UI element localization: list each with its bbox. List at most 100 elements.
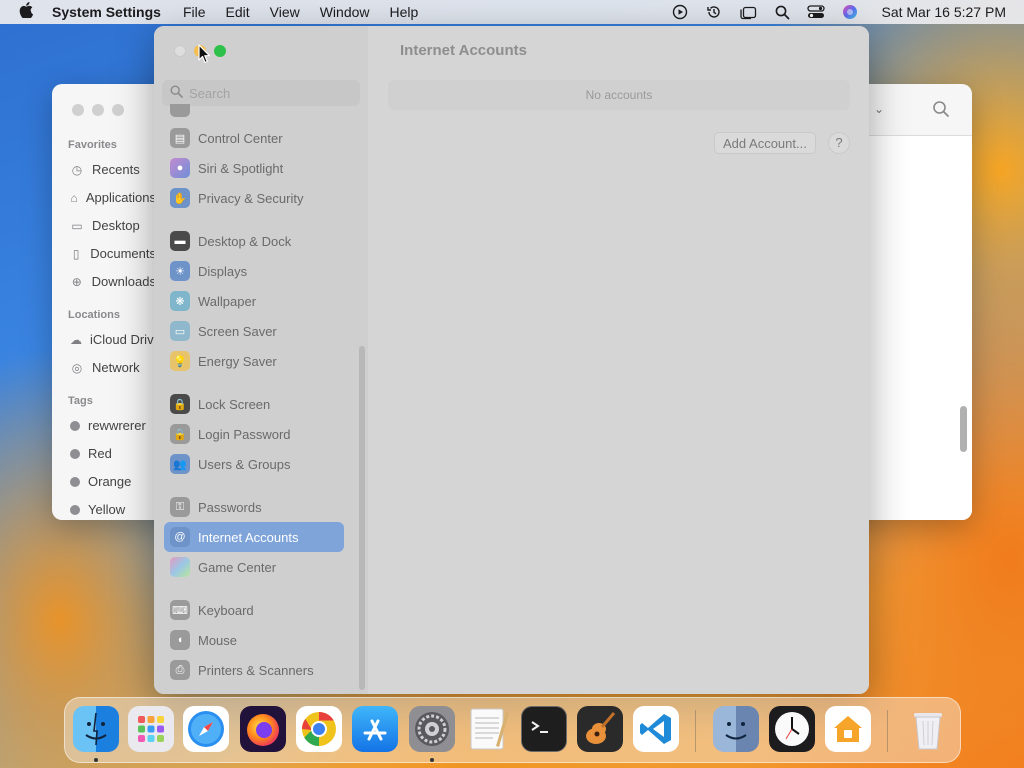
screen-saver-icon: ▭ (170, 321, 190, 341)
sidebar-item-keyboard[interactable]: ⌨ Keyboard (164, 595, 344, 625)
sidebar-item-label: Users & Groups (198, 456, 291, 472)
chevron-down-icon[interactable]: ⌄ (874, 102, 884, 116)
sidebar-item-energy-saver[interactable]: 💡 Energy Saver (164, 346, 344, 376)
time-machine-icon[interactable] (705, 3, 723, 21)
finder-tag-item[interactable]: Red (52, 440, 156, 468)
garageband-icon[interactable] (577, 706, 623, 752)
vscode-icon[interactable] (633, 706, 679, 752)
apple-menu-icon[interactable] (0, 1, 52, 23)
sidebar-item-label: Displays (198, 263, 248, 279)
screen-record-icon[interactable] (671, 3, 689, 21)
add-account-button[interactable]: Add Account... (714, 132, 816, 154)
finder-minimize-button[interactable] (92, 104, 104, 116)
finder-scrollbar[interactable] (960, 406, 967, 452)
sidebar-item-internet-accounts[interactable]: @ Internet Accounts (164, 522, 344, 552)
control-center-icon: ▤ (170, 128, 190, 148)
network-icon: ◎ (71, 361, 83, 375)
sidebar-item-label: Desktop & Dock (198, 233, 292, 249)
siri-icon[interactable] (841, 3, 859, 21)
sidebar-item-screen-saver[interactable]: ▭ Screen Saver (164, 316, 344, 346)
users-icon: 👥 (170, 454, 190, 474)
safari-icon[interactable] (183, 706, 229, 752)
search-icon (170, 85, 183, 101)
finder-close-button[interactable] (72, 104, 84, 116)
hand-icon: ✋ (170, 188, 190, 208)
running-indicator (430, 758, 434, 762)
firefox-icon[interactable] (240, 706, 286, 752)
tag-dot-icon (70, 505, 80, 515)
finder-item-recents[interactable]: ◷ Recents (52, 156, 156, 184)
chrome-icon[interactable] (296, 706, 342, 752)
finder-item-label: Network (92, 360, 140, 375)
finder-item-label: rewwrerer (88, 418, 146, 433)
settings-search-field[interactable]: Search (162, 80, 360, 106)
menu-view[interactable]: View (270, 4, 300, 20)
finder-item-applications[interactable]: ⌂ Applications (52, 184, 156, 212)
finder-item-icloud[interactable]: ☁ iCloud Drive (52, 326, 161, 354)
sidebar-item-passwords[interactable]: ⚿ Passwords (164, 492, 344, 522)
finder-item-network[interactable]: ◎ Network (52, 354, 156, 382)
sidebar-item-label: Internet Accounts (198, 529, 299, 545)
menu-clock[interactable]: Sat Mar 16 5:27 PM (881, 4, 1006, 20)
sidebar-item-login-password[interactable]: 🔒 Login Password (164, 419, 344, 449)
finder-tag-item[interactable]: rewwrerer (52, 412, 156, 440)
sidebar-scrollbar[interactable] (359, 346, 365, 690)
sidebar-item-wallpaper[interactable]: ❋ Wallpaper (164, 286, 344, 316)
dock-icon: ▬ (170, 231, 190, 251)
sidebar-item-label: Game Center (198, 559, 277, 575)
sidebar-item-game-center[interactable]: Game Center (164, 552, 344, 582)
settings-nav: ▤ Control Center ● Siri & Spotlight ✋ Pr… (154, 104, 368, 694)
finder-icon[interactable] (713, 706, 759, 752)
dock-separator (695, 710, 696, 752)
finder-item-label: Desktop (92, 218, 140, 233)
finder-search-icon[interactable] (932, 100, 950, 123)
clock-icon[interactable] (769, 706, 815, 752)
home-icon[interactable] (825, 706, 871, 752)
settings-window: No accounts Add Account... ? Internet Ac… (154, 26, 869, 694)
help-button[interactable]: ? (828, 132, 850, 154)
sidebar-item-printers-scanners[interactable]: ⎙ Printers & Scanners (164, 655, 344, 685)
sidebar-item-displays[interactable]: ☀ Displays (164, 256, 344, 286)
menu-app-name[interactable]: System Settings (52, 4, 161, 20)
menu-edit[interactable]: Edit (226, 4, 250, 20)
sidebar-item-label: Lock Screen (198, 396, 271, 412)
finder-tag-item[interactable]: Orange (52, 468, 156, 496)
finder-sidebar: Favorites ◷ Recents ⌂ Applications ▭ Deskto… (52, 134, 161, 520)
finder-item-documents[interactable]: ▯ Documents (52, 240, 156, 268)
menu-window[interactable]: Window (320, 4, 370, 20)
sidebar-item-users-groups[interactable]: 👥 Users & Groups (164, 449, 344, 479)
sidebar-item-desktop-dock[interactable]: ▬ Desktop & Dock (164, 226, 344, 256)
sidebar-item-privacy-security[interactable]: ✋ Privacy & Security (164, 183, 344, 213)
finder-tag-item[interactable]: Yellow (52, 496, 156, 520)
sidebar-item-control-center[interactable]: ▤ Control Center (164, 123, 344, 153)
close-button[interactable] (174, 45, 186, 57)
sidebar-item-mouse[interactable]: ◖ Mouse (164, 625, 344, 655)
system-settings-icon[interactable] (409, 706, 455, 752)
textedit-icon[interactable] (465, 706, 511, 752)
finder-item-downloads[interactable]: ⊕ Downloads (52, 268, 156, 296)
running-indicator (94, 758, 98, 762)
sidebar-item-partial[interactable] (164, 104, 344, 122)
bulb-icon: 💡 (170, 351, 190, 371)
menu-file[interactable]: File (183, 4, 206, 20)
siri-icon: ● (170, 158, 190, 178)
menu-help[interactable]: Help (390, 4, 419, 20)
trash-icon[interactable] (905, 706, 951, 752)
sidebar-item-siri-spotlight[interactable]: ● Siri & Spotlight (164, 153, 344, 183)
finder-item-label: Red (88, 446, 112, 461)
finder-favorites-header: Favorites (68, 139, 117, 151)
finder-zoom-button[interactable] (112, 104, 124, 116)
launchpad-icon[interactable] (128, 706, 174, 752)
finder-item-desktop[interactable]: ▭ Desktop (52, 212, 156, 240)
finder-item-label: Applications (85, 190, 156, 205)
applications-icon: ⌂ (70, 191, 78, 205)
control-center-icon[interactable] (807, 3, 826, 21)
terminal-icon[interactable] (521, 706, 567, 752)
spotlight-search-icon[interactable] (773, 3, 791, 21)
stage-manager-icon[interactable] (739, 3, 757, 21)
app-store-icon[interactable] (352, 706, 398, 752)
sidebar-item-lock-screen[interactable]: 🔒 Lock Screen (164, 389, 344, 419)
mouse-icon: ◖ (170, 630, 190, 650)
zoom-button[interactable] (214, 45, 226, 57)
finder-icon[interactable] (73, 706, 119, 752)
